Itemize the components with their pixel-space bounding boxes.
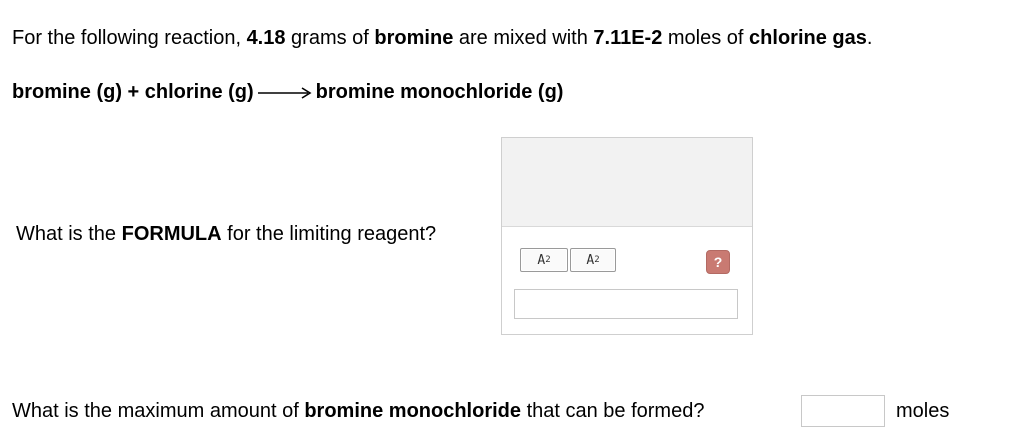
reaction-products: bromine monochloride (g) <box>315 81 564 103</box>
unit-label: moles <box>896 400 950 422</box>
superscript-button-label: A <box>586 252 595 268</box>
formula-input[interactable] <box>514 289 738 319</box>
help-button[interactable]: ? <box>706 250 730 274</box>
reaction-arrow-icon <box>257 87 312 99</box>
mass-value: 4.18 <box>246 27 286 49</box>
reactant-2: chlorine gas <box>749 27 867 49</box>
reaction-reactants: bromine (g) + chlorine (g) <box>12 81 254 103</box>
intro-text-3: are mixed with <box>453 27 594 49</box>
amount-input[interactable] <box>801 395 885 427</box>
subscript-mark: 2 <box>545 255 551 265</box>
q1-text-post: for the limiting reagent? <box>221 223 437 245</box>
subscript-button-label: A <box>537 252 546 268</box>
intro-text-4: moles of <box>662 27 750 49</box>
question-max-amount: What is the maximum amount of bromine mo… <box>12 400 704 423</box>
q1-text-pre: What is the <box>16 223 122 245</box>
reaction-equation: bromine (g) + chlorine (g) bromine monoch… <box>12 81 563 104</box>
editor-preview-area <box>502 138 752 227</box>
moles-value: 7.11E-2 <box>593 27 663 49</box>
superscript-mark: 2 <box>594 255 600 265</box>
reactant-1: bromine <box>374 27 454 49</box>
q2-text-bold: bromine monochloride <box>304 400 522 422</box>
subscript-button[interactable]: A2 <box>520 248 568 272</box>
intro-text-2: grams of <box>285 27 375 49</box>
formula-editor: A2 A2 ? <box>501 137 753 335</box>
q2-text-pre: What is the maximum amount of <box>12 400 305 422</box>
superscript-button[interactable]: A2 <box>570 248 616 272</box>
q2-text-post: that can be formed? <box>521 400 705 422</box>
help-icon: ? <box>713 254 723 270</box>
intro-text-5: . <box>866 27 873 49</box>
problem-statement: For the following reaction, 4.18 grams o… <box>12 27 872 50</box>
q1-text-bold: FORMULA <box>121 223 222 245</box>
question-limiting-reagent: What is the FORMULA for the limiting rea… <box>16 223 436 246</box>
intro-text-1: For the following reaction, <box>12 27 247 49</box>
